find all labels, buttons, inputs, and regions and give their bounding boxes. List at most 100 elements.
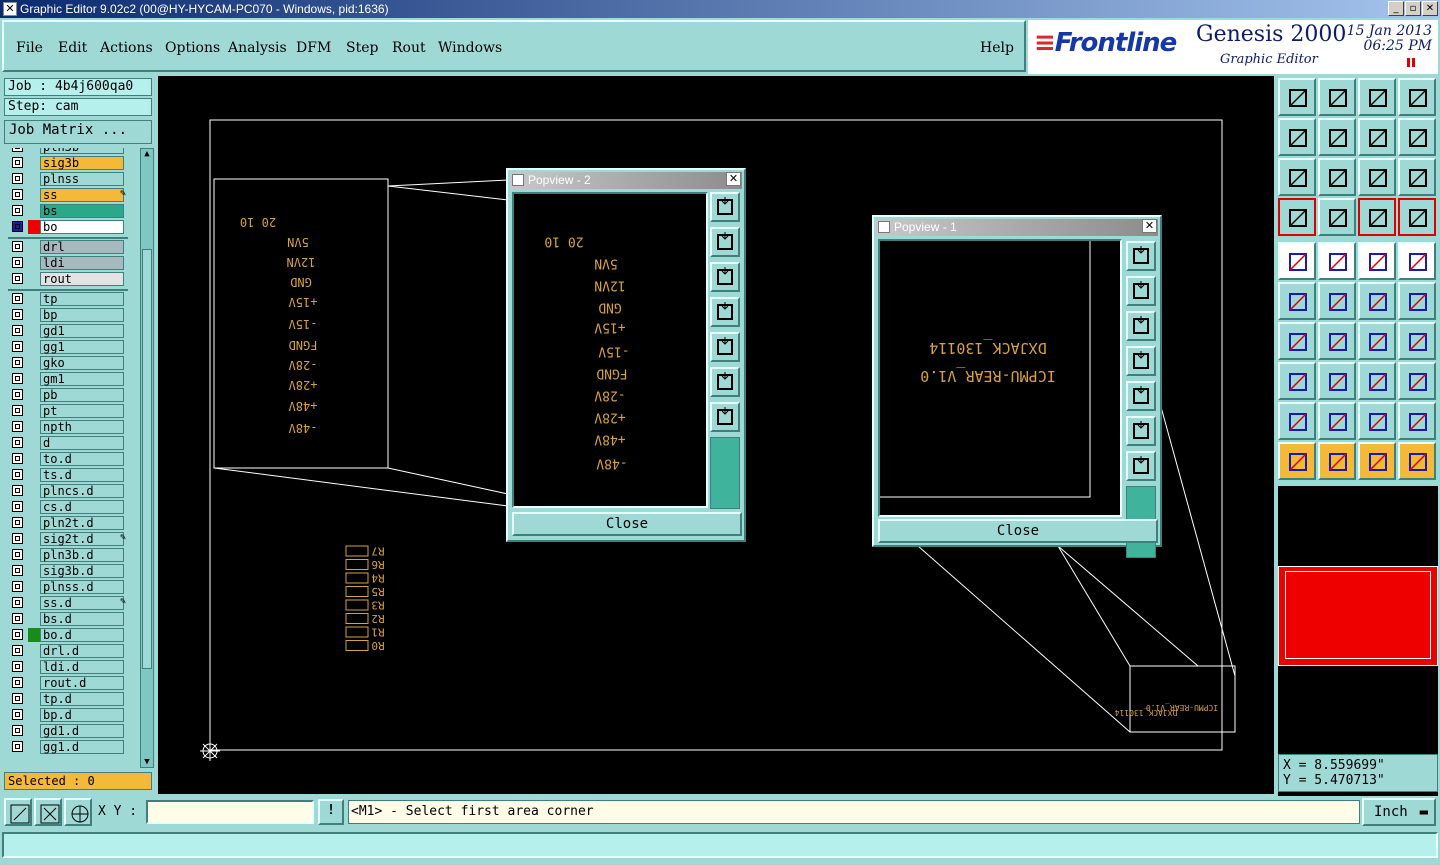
- layer-row[interactable]: ts.d: [8, 468, 128, 482]
- layer-row[interactable]: drl: [8, 240, 128, 254]
- layer-row[interactable]: drl.d: [8, 644, 128, 658]
- layer-row[interactable]: ldi: [8, 256, 128, 270]
- popview-2-tool-icon[interactable]: [710, 332, 740, 362]
- popview-1-tool-icon[interactable]: [1126, 311, 1156, 341]
- layer-row[interactable]: bo.d: [8, 628, 128, 642]
- layer-row[interactable]: ss.d ✎: [8, 596, 128, 610]
- menu-options[interactable]: Options: [165, 40, 220, 56]
- scroll-thumb[interactable]: [142, 249, 152, 669]
- layer-checkbox[interactable]: [12, 273, 23, 284]
- text-a-2-icon[interactable]: [1358, 402, 1396, 440]
- popview-1-tool-icon[interactable]: [1126, 416, 1156, 446]
- layer-row[interactable]: to.d: [8, 452, 128, 466]
- popview-1-canvas[interactable]: DXJACK_130114 ICPMU-REAR_V1.0: [878, 239, 1122, 517]
- layer-row[interactable]: gd1.d: [8, 724, 128, 738]
- layer-row[interactable]: d: [8, 436, 128, 450]
- layer-row[interactable]: pt: [8, 404, 128, 418]
- layer-checkbox[interactable]: [12, 581, 23, 592]
- layer-checkbox[interactable]: [12, 501, 23, 512]
- measure-tool-icon[interactable]: [1278, 198, 1316, 236]
- unit-selector[interactable]: Inch ▬: [1362, 798, 1436, 826]
- maximize-button[interactable]: ▫: [1405, 1, 1421, 16]
- menu-edit[interactable]: Edit: [58, 40, 87, 56]
- snap-icon[interactable]: [1398, 118, 1436, 156]
- layer-checkbox[interactable]: [12, 645, 23, 656]
- angle-icon[interactable]: [1278, 322, 1316, 360]
- layer-scrollbar[interactable]: ▲ ▼: [140, 148, 154, 768]
- layer-checkbox[interactable]: [12, 565, 23, 576]
- layer-compare-icon[interactable]: [1358, 198, 1396, 236]
- grid-icon[interactable]: [1318, 198, 1356, 236]
- layer-row[interactable]: bo: [8, 220, 128, 234]
- layer-checkbox[interactable]: [12, 661, 23, 672]
- zoom-in-icon[interactable]: [4, 798, 32, 826]
- route-icon[interactable]: [1398, 442, 1436, 480]
- layer-row[interactable]: bs: [8, 204, 128, 218]
- mirror-icon[interactable]: [1358, 118, 1396, 156]
- rotate-icon[interactable]: [1398, 282, 1436, 320]
- menu-help[interactable]: Help: [980, 40, 1014, 56]
- minimize-button[interactable]: _: [1388, 1, 1404, 16]
- menu-actions[interactable]: Actions: [100, 40, 153, 56]
- layer-checkbox[interactable]: [12, 257, 23, 268]
- draw-line-icon[interactable]: [1318, 242, 1356, 280]
- xy-input[interactable]: [146, 800, 314, 824]
- popview-2-tool-icon[interactable]: [710, 262, 740, 292]
- popview-2-close-icon[interactable]: ✕: [726, 172, 741, 186]
- triangle-icon[interactable]: [1278, 402, 1316, 440]
- layer-checkbox[interactable]: [12, 293, 23, 304]
- menu-dfm[interactable]: DFM: [296, 40, 331, 56]
- scroll-down-icon[interactable]: ▼: [142, 757, 152, 767]
- layer-checkbox[interactable]: [12, 189, 23, 200]
- layer-row[interactable]: sig2t.d ✎: [8, 532, 128, 546]
- popview-1-close-button[interactable]: Close: [878, 519, 1158, 543]
- layer-checkbox[interactable]: [12, 469, 23, 480]
- pan-right-icon[interactable]: [1318, 118, 1356, 156]
- home-icon[interactable]: [1358, 78, 1396, 116]
- popview-2-tool-icon[interactable]: [710, 367, 740, 397]
- layer-checkbox[interactable]: [12, 148, 23, 152]
- layer-checkbox[interactable]: [12, 325, 23, 336]
- shape-icon[interactable]: [1398, 362, 1436, 400]
- text-a-3-icon[interactable]: [1398, 402, 1436, 440]
- layer-checkbox[interactable]: [12, 437, 23, 448]
- popview-2-tool-icon[interactable]: [710, 402, 740, 432]
- layer-checkbox[interactable]: [12, 629, 23, 640]
- popview-1-tool-icon[interactable]: [1126, 451, 1156, 481]
- menu-analysis[interactable]: Analysis: [228, 40, 287, 56]
- popview-2-tool-icon[interactable]: [710, 297, 740, 327]
- scroll-up-icon[interactable]: ▲: [142, 149, 152, 159]
- layer-row[interactable]: bp: [8, 308, 128, 322]
- scale-1-2-icon[interactable]: [1358, 158, 1396, 196]
- popview-1-tool-icon[interactable]: [1126, 381, 1156, 411]
- popview-2-canvas[interactable]: 20 10 5VN 12VN GND +15V -15V FGND -28V +28V +48V -…: [512, 192, 708, 508]
- pause-icon[interactable]: [1407, 58, 1415, 67]
- layer-row[interactable]: pln2t.d: [8, 516, 128, 530]
- layer-row[interactable]: tp.d: [8, 692, 128, 706]
- zoom-home-icon[interactable]: [1278, 78, 1316, 116]
- layer-checkbox[interactable]: [12, 485, 23, 496]
- layer-checkbox[interactable]: [12, 157, 23, 168]
- layer-checkbox[interactable]: [12, 205, 23, 216]
- layer-row[interactable]: gg1: [8, 340, 128, 354]
- layer-row[interactable]: gg1.d: [8, 740, 128, 754]
- layer-row[interactable]: sig3b.d: [8, 564, 128, 578]
- menu-step[interactable]: Step: [346, 40, 378, 56]
- layer-checkbox[interactable]: [12, 709, 23, 720]
- fit-window-icon[interactable]: [1318, 78, 1356, 116]
- layer-checkbox[interactable]: [12, 389, 23, 400]
- zoom-out-icon[interactable]: [34, 798, 62, 826]
- menu-windows[interactable]: Windows: [438, 40, 502, 56]
- layer-row[interactable]: ldi.d: [8, 660, 128, 674]
- warning-button[interactable]: !: [318, 799, 344, 825]
- layer-row[interactable]: rout.d: [8, 676, 128, 690]
- popview-1-tool-icon[interactable]: [1126, 241, 1156, 271]
- center-icon[interactable]: [1318, 158, 1356, 196]
- layer-checkbox[interactable]: [12, 341, 23, 352]
- layer-row[interactable]: rout: [8, 272, 128, 286]
- layer-checkbox[interactable]: [12, 405, 23, 416]
- grid-snap-icon[interactable]: [64, 798, 92, 826]
- layer-checkbox[interactable]: [12, 597, 23, 608]
- popview-1-tool-icon[interactable]: [1126, 346, 1156, 376]
- layer-row[interactable]: ss ✎: [8, 188, 128, 202]
